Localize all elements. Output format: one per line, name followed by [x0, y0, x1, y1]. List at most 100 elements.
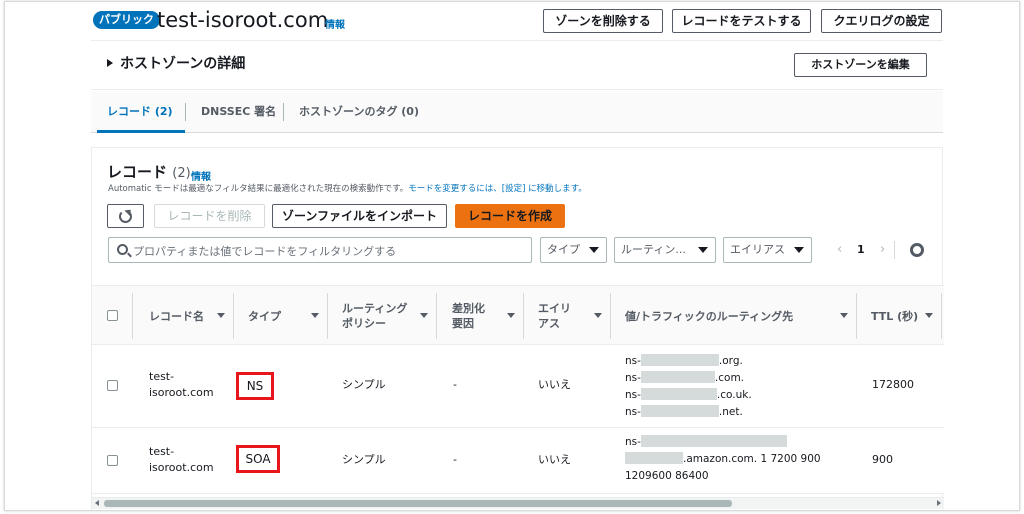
table-row[interactable]: test-isoroot.com NS シンプル - いいえ ns- .org. …: [92, 345, 944, 428]
record-type-highlight: SOA: [236, 445, 280, 473]
record-routing: シンプル: [342, 378, 386, 391]
import-zone-file-button[interactable]: ゾーンファイルをインポート: [272, 204, 447, 228]
tab-records[interactable]: レコード (2): [107, 91, 173, 133]
record-name-line2: isoroot.com: [149, 461, 214, 474]
table-row[interactable]: test-isoroot.com SOA シンプル - いいえ ns- .ama…: [92, 428, 944, 494]
column-divider: [523, 293, 524, 339]
page-header: パブリック test-isoroot.com 情報 ゾーンを削除する レコードを…: [91, 2, 943, 40]
records-info-link[interactable]: 情報: [191, 168, 211, 183]
col-routing-line2: ポリシー: [342, 317, 386, 330]
refresh-icon: [119, 210, 132, 223]
horizontal-scrollbar[interactable]: [92, 497, 944, 509]
scroll-left-icon[interactable]: [95, 500, 99, 506]
column-divider: [856, 293, 857, 339]
col-routing-label: ルーティング ポリシー: [342, 301, 407, 331]
sort-caret-icon: [594, 313, 602, 318]
column-divider: [941, 293, 942, 339]
value-prefix: ns-: [625, 436, 641, 448]
column-divider: [436, 293, 437, 339]
route53-hosted-zone-page: パブリック test-isoroot.com 情報 ゾーンを削除する レコードを…: [91, 2, 944, 510]
value-line: .amazon.com. 1 7200 900: [625, 451, 821, 468]
col-header-type[interactable]: タイプ: [248, 286, 327, 346]
col-diff-line2: 要因: [452, 317, 474, 330]
details-title[interactable]: ホストゾーンの詳細: [120, 54, 245, 74]
sort-caret-icon: [925, 313, 933, 318]
tab-dnssec[interactable]: DNSSEC 署名: [201, 91, 276, 133]
routing-filter-label: ルーティン...: [621, 243, 686, 256]
records-table-header: レコード名 タイプ ルーティング ポリシー 差別化 要因 エイリ アス 値/トラ…: [92, 285, 944, 345]
select-all-checkbox[interactable]: [107, 310, 118, 321]
create-record-button[interactable]: レコードを作成: [455, 204, 565, 228]
record-differentiator: -: [453, 378, 457, 391]
col-header-routing-policy[interactable]: ルーティング ポリシー: [342, 286, 436, 346]
hosted-zone-details: ホストゾーンの詳細 ホストゾーンを編集: [91, 40, 943, 90]
record-routing: シンプル: [342, 453, 386, 466]
records-description: Automatic モードは最適なフィルタ結果に最適化された現在の検索動作です。…: [108, 183, 587, 195]
col-header-differentiator[interactable]: 差別化 要因: [452, 286, 523, 346]
type-filter-select[interactable]: タイプ: [540, 237, 607, 263]
record-name[interactable]: test-isoroot.com: [149, 369, 214, 401]
expand-caret-icon[interactable]: [107, 59, 113, 67]
test-record-button[interactable]: レコードをテストする: [672, 9, 811, 33]
next-page-button[interactable]: ›: [880, 239, 885, 261]
redacted-block: [640, 435, 787, 447]
search-icon: [117, 244, 128, 255]
col-diff-line1: 差別化: [452, 302, 485, 315]
sort-caret-icon: [217, 313, 225, 318]
info-link[interactable]: 情報: [325, 16, 345, 31]
delete-record-button[interactable]: レコードを削除: [154, 204, 265, 228]
value-suffix: .com.: [714, 372, 745, 384]
chevron-down-icon: [589, 247, 599, 253]
value-line: ns-: [625, 434, 821, 451]
current-page[interactable]: 1: [857, 239, 865, 261]
record-type-highlight: NS: [236, 372, 274, 400]
value-suffix: .co.uk.: [716, 389, 752, 401]
query-log-button[interactable]: クエリログの設定: [821, 9, 942, 33]
record-differentiator: -: [453, 453, 457, 466]
col-alias-line1: エイリ: [538, 302, 571, 315]
row-checkbox[interactable]: [107, 455, 118, 466]
record-name[interactable]: test-isoroot.com: [149, 444, 214, 476]
tab-zone-tags[interactable]: ホストゾーンのタグ (0): [299, 91, 419, 133]
gear-icon[interactable]: [910, 243, 924, 257]
col-header-alias[interactable]: エイリ アス: [538, 286, 610, 346]
refresh-button[interactable]: [107, 204, 144, 228]
col-header-ttl[interactable]: TTL (秒): [871, 286, 941, 346]
chevron-down-icon: [794, 247, 804, 253]
redacted-block: [625, 452, 683, 464]
value-prefix: ns-: [625, 389, 641, 401]
col-header-name[interactable]: レコード名: [149, 286, 233, 346]
alias-filter-select[interactable]: エイリアス: [723, 237, 812, 263]
sort-caret-icon: [507, 313, 515, 318]
routing-filter-select[interactable]: ルーティン...: [614, 237, 716, 263]
record-ttl: 900: [872, 453, 893, 466]
row-checkbox[interactable]: [107, 380, 118, 391]
prev-page-button[interactable]: ‹: [837, 239, 842, 261]
scrollbar-thumb[interactable]: [104, 500, 732, 507]
col-alias-label: エイリ アス: [538, 301, 571, 331]
delete-zone-button[interactable]: ゾーンを削除する: [543, 9, 663, 33]
value-prefix: ns-: [625, 355, 641, 367]
record-type: NS: [246, 379, 264, 393]
value-line: ns- .net.: [625, 404, 752, 421]
type-filter-label: タイプ: [547, 243, 580, 256]
description-text: Automatic モードは最適なフィルタ結果に最適化された現在の検索動作です。: [108, 184, 409, 194]
records-title-text: レコード: [107, 163, 168, 181]
chevron-down-icon: [698, 247, 708, 253]
value-line: ns- .co.uk.: [625, 387, 752, 404]
records-panel: レコード (2) 情報 Automatic モードは最適なフィルタ結果に最適化さ…: [91, 147, 944, 510]
col-value-label: 値/トラフィックのルーティング先: [625, 309, 794, 323]
column-divider: [132, 293, 133, 339]
value-line: ns- .org.: [625, 353, 752, 370]
records-title: レコード (2): [107, 162, 191, 184]
page-title: test-isoroot.com: [157, 8, 329, 32]
edit-hosted-zone-button[interactable]: ホストゾーンを編集: [794, 53, 927, 77]
record-value: ns- .amazon.com. 1 7200 900 1209600 8640…: [625, 434, 821, 485]
col-diff-label: 差別化 要因: [452, 301, 485, 331]
change-mode-link[interactable]: モードを変更するには、[設定] に移動します。: [408, 184, 587, 194]
scroll-right-icon[interactable]: [937, 500, 941, 506]
search-placeholder: プロパティまたは値でレコードをフィルタリングする: [133, 245, 397, 258]
col-header-value[interactable]: 値/トラフィックのルーティング先: [625, 286, 856, 346]
search-input[interactable]: プロパティまたは値でレコードをフィルタリングする: [108, 237, 532, 263]
redacted-block: [640, 371, 715, 383]
